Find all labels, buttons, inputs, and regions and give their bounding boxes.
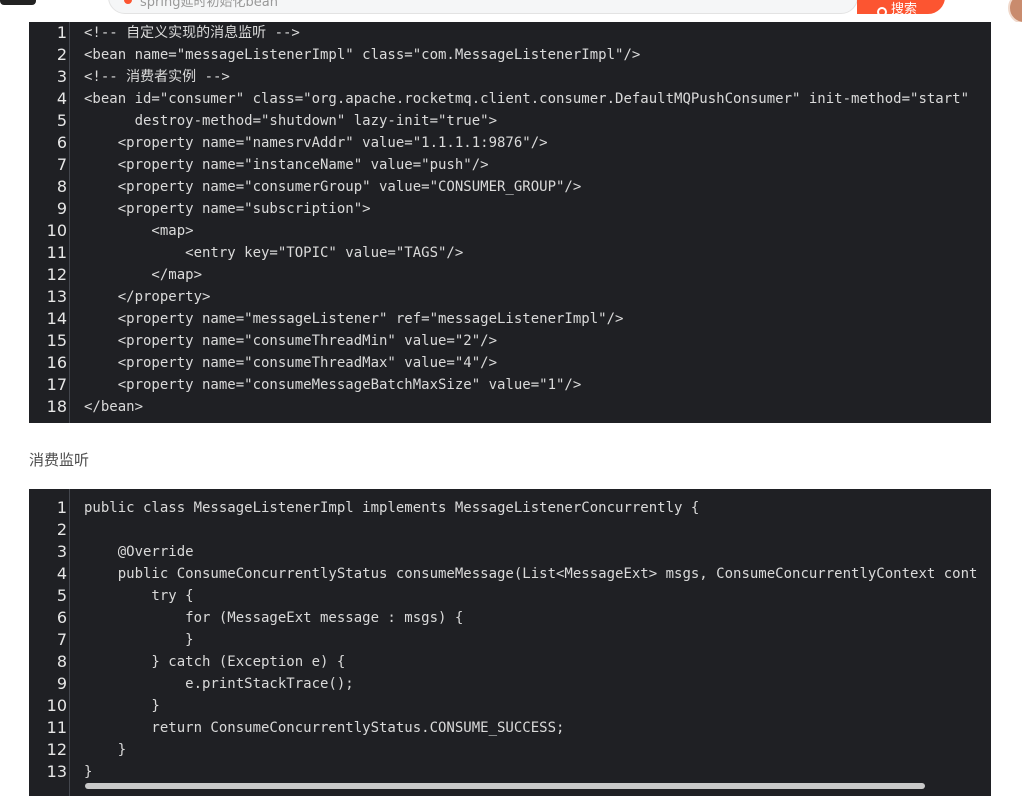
search-icon — [877, 7, 887, 17]
code-line: <property name="messageListener" ref="me… — [84, 311, 624, 327]
code-line: <property name="consumeThreadMin" value=… — [84, 333, 498, 349]
line-number: 11 — [46, 243, 67, 262]
code-block-java: 1 public class MessageListenerImpl implem… — [29, 489, 991, 796]
site-logo[interactable] — [0, 0, 36, 5]
code-line: } — [84, 764, 93, 780]
code-line: } — [84, 698, 160, 714]
code-line: <bean name="messageListenerImpl" class="… — [84, 47, 641, 63]
code-line: <property name="consumeMessageBatchMaxSi… — [84, 377, 582, 393]
code-line: <property name="namesrvAddr" value="1.1.… — [84, 135, 548, 151]
code-block-xml: 1 <!-- 自定义实现的消息监听 --> 2 <bean name="message… — [29, 22, 991, 423]
line-number: 15 — [46, 331, 67, 350]
code-line: <property name="subscription"> — [84, 201, 371, 217]
code-line: <entry key="TOPIC" value="TAGS"/> — [84, 245, 464, 261]
code-line: <property name="consumeThreadMax" value=… — [84, 355, 498, 371]
line-number: 11 — [46, 718, 67, 737]
code-line: public ConsumeConcurrentlyStatus consume… — [84, 566, 978, 582]
line-number: 10 — [46, 221, 67, 240]
line-number: 17 — [46, 375, 67, 394]
line-number: 5 — [56, 586, 67, 605]
code-line: <!-- 自定义实现的消息监听 --> — [84, 25, 300, 41]
line-number: 2 — [56, 520, 67, 539]
line-number: 4 — [56, 89, 67, 108]
line-number: 10 — [46, 696, 67, 715]
line-number: 2 — [56, 45, 67, 64]
line-number: 1 — [56, 23, 67, 42]
code-line: <map> — [84, 223, 194, 239]
line-number: 18 — [46, 397, 67, 416]
code-line: } — [84, 742, 127, 758]
search-button[interactable]: 搜索 — [857, 0, 945, 17]
line-number: 9 — [56, 674, 67, 693]
line-number: 14 — [46, 309, 67, 328]
code-line: public class MessageListenerImpl impleme… — [84, 500, 700, 516]
line-number: 3 — [56, 542, 67, 561]
line-number: 9 — [56, 199, 67, 218]
section-heading: 消费监听 — [29, 451, 90, 469]
code-line: <property name="consumerGroup" value="CO… — [84, 179, 582, 195]
line-number: 7 — [56, 155, 67, 174]
code-line: destroy-method="shutdown" lazy-init="tru… — [84, 113, 498, 129]
code-line: for (MessageExt message : msgs) { — [84, 610, 464, 626]
code-line: <bean id="consumer" class="org.apache.ro… — [84, 91, 970, 107]
code-line: </map> — [84, 267, 203, 283]
line-number: 3 — [56, 67, 67, 86]
line-number: 7 — [56, 630, 67, 649]
horizontal-scrollbar[interactable] — [85, 783, 925, 789]
line-number: 16 — [46, 353, 67, 372]
code-line: </bean> — [84, 399, 144, 415]
code-line: <!-- 消费者实例 --> — [84, 69, 230, 85]
line-number: 5 — [56, 111, 67, 130]
code-line: @Override — [84, 544, 194, 560]
search-placeholder-text: spring延时初始化bean — [140, 0, 278, 10]
line-number: 12 — [46, 265, 67, 284]
line-number: 8 — [56, 652, 67, 671]
line-number: 13 — [46, 287, 67, 306]
code-line: try { — [84, 588, 194, 604]
line-number: 1 — [56, 498, 67, 517]
avatar[interactable] — [1008, 0, 1022, 22]
line-number: 4 — [56, 564, 67, 583]
code-line: } — [84, 632, 194, 648]
line-number: 6 — [56, 608, 67, 627]
line-number: 12 — [46, 740, 67, 759]
search-button-label: 搜索 — [891, 2, 918, 17]
code-line: e.printStackTrace(); — [84, 676, 354, 692]
code-line: } catch (Exception e) { — [84, 654, 346, 670]
code-line: return ConsumeConcurrentlyStatus.CONSUME… — [84, 720, 565, 736]
line-number: 8 — [56, 177, 67, 196]
line-number: 6 — [56, 133, 67, 152]
line-number: 13 — [46, 762, 67, 781]
code-line: </property> — [84, 289, 211, 305]
top-navigation-bar: spring延时初始化bean 搜索 — [0, 0, 1022, 22]
code-line: <property name="instanceName" value="pus… — [84, 157, 489, 173]
